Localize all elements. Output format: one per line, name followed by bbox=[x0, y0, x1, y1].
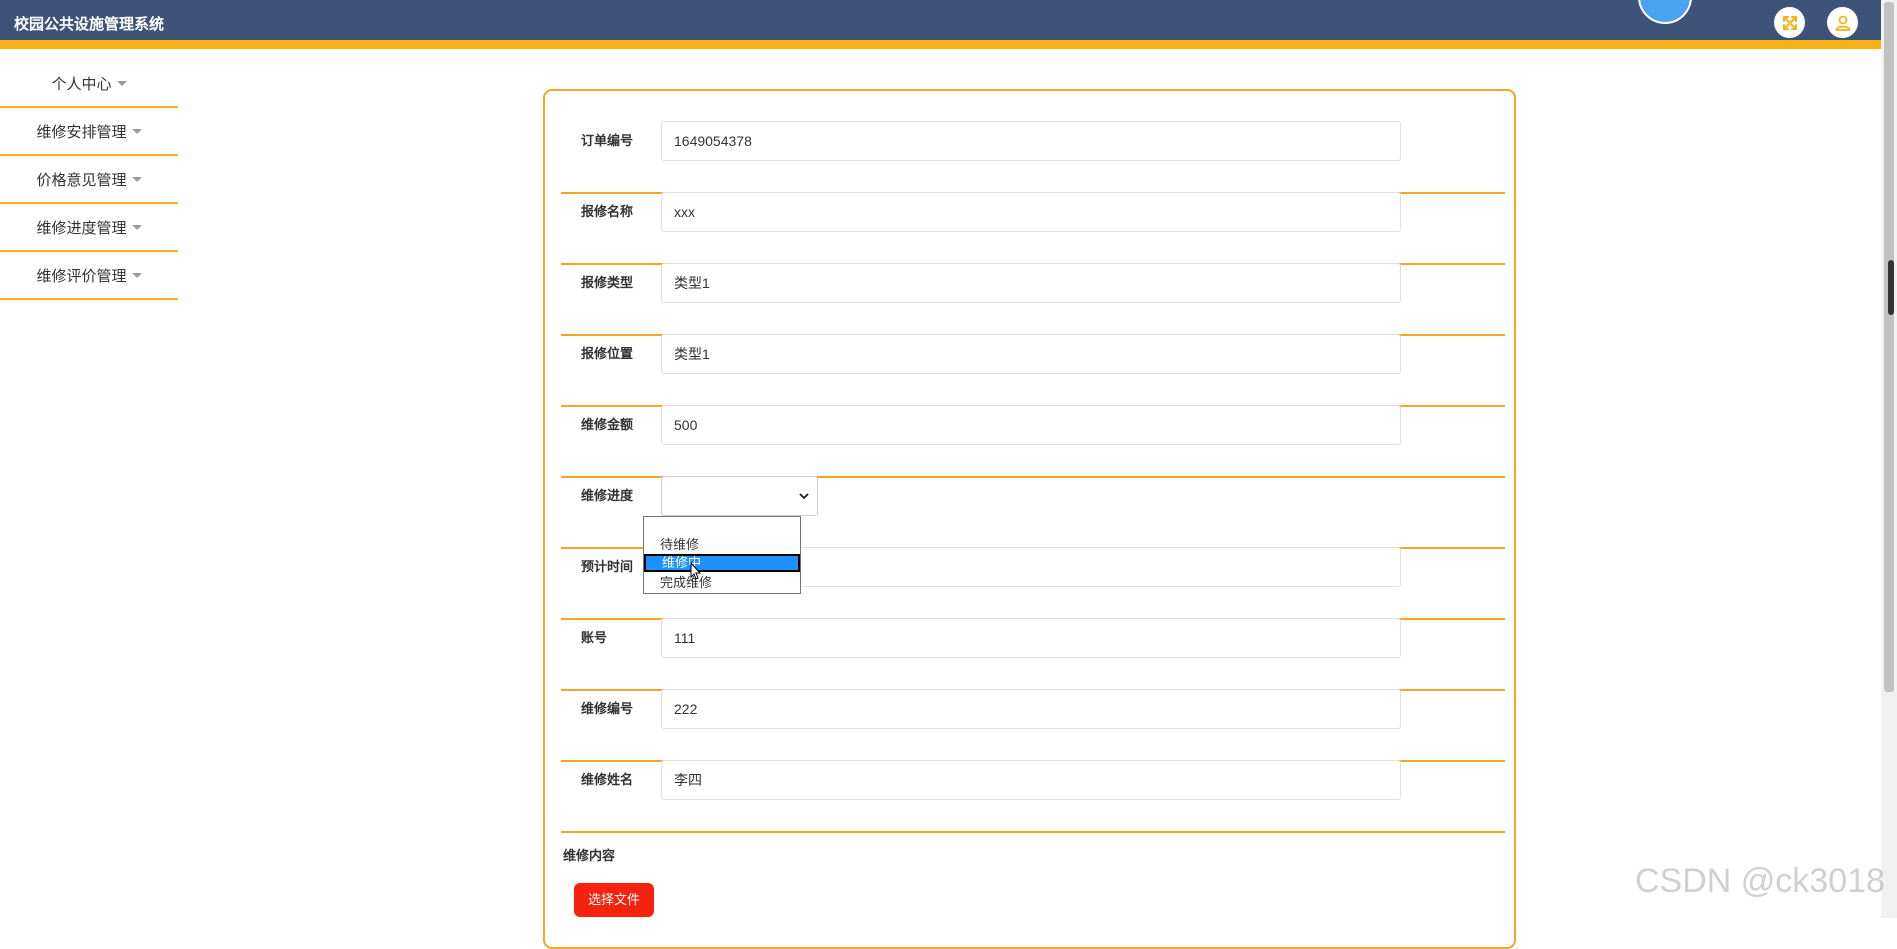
caret-down-icon bbox=[116, 80, 127, 86]
sidebar-item-price-feedback[interactable]: 价格意见管理 bbox=[0, 156, 178, 204]
estimated-time-label: 预计时间 bbox=[581, 559, 634, 574]
form-row-repair-location: 报修位置 类型1 bbox=[561, 334, 1505, 407]
form-row-repair-no: 维修编号 222 bbox=[561, 689, 1505, 762]
form-row-repair-name: 报修名称 xxx bbox=[561, 192, 1505, 265]
sidebar: 个人中心 维修安排管理 价格意见管理 维修进度管理 维修评价管理 bbox=[0, 60, 178, 300]
repair-no-input[interactable]: 222 bbox=[661, 689, 1401, 729]
form-row-repair-type: 报修类型 类型1 bbox=[561, 263, 1505, 336]
repair-amount-label: 维修金额 bbox=[581, 417, 634, 432]
app-title: 校园公共设施管理系统 bbox=[14, 16, 165, 33]
repair-type-input[interactable]: 类型1 bbox=[661, 263, 1401, 303]
sidebar-item-label: 维修评价管理 bbox=[36, 267, 127, 285]
sidebar-item-label: 价格意见管理 bbox=[36, 171, 127, 189]
repair-progress-dropdown[interactable]: 待维修 维修中 完成维修 bbox=[643, 516, 801, 594]
repair-content-label: 维修内容 bbox=[563, 848, 616, 863]
form-row-repair-person: 维修姓名 李四 bbox=[561, 760, 1505, 833]
repair-person-label: 维修姓名 bbox=[581, 772, 634, 787]
form-row-repair-amount: 维修金额 500 bbox=[561, 405, 1505, 478]
repair-no-label: 维修编号 bbox=[581, 701, 634, 716]
repair-person-input[interactable]: 李四 bbox=[661, 760, 1401, 800]
repair-progress-label: 维修进度 bbox=[581, 488, 634, 503]
fullscreen-button[interactable] bbox=[1774, 7, 1805, 38]
repair-location-input[interactable]: 类型1 bbox=[661, 334, 1401, 374]
order-no-input[interactable]: 1649054378 bbox=[661, 121, 1401, 161]
sidebar-item-repair-evaluation[interactable]: 维修评价管理 bbox=[0, 252, 178, 300]
form-row-order-no: 订单编号 1649054378 bbox=[561, 121, 1505, 194]
watermark: CSDN @ck3018 bbox=[1635, 862, 1885, 900]
sidebar-item-repair-schedule[interactable]: 维修安排管理 bbox=[0, 108, 178, 156]
account-label: 账号 bbox=[581, 630, 608, 645]
sidebar-item-repair-progress[interactable]: 维修进度管理 bbox=[0, 204, 178, 252]
dropdown-option-empty[interactable] bbox=[644, 518, 800, 536]
order-no-label: 订单编号 bbox=[581, 133, 634, 148]
repair-name-input[interactable]: xxx bbox=[661, 192, 1401, 232]
dropdown-option-pending[interactable]: 待维修 bbox=[644, 536, 800, 554]
caret-down-icon bbox=[131, 176, 142, 182]
user-button[interactable] bbox=[1827, 7, 1858, 38]
account-input[interactable]: 111 bbox=[661, 618, 1401, 658]
scrollbar[interactable] bbox=[1881, 0, 1897, 918]
choose-file-button[interactable]: 选择文件 bbox=[574, 883, 654, 917]
sidebar-item-personal-center[interactable]: 个人中心 bbox=[0, 60, 178, 108]
scrollbar-thumb[interactable] bbox=[1884, 2, 1894, 692]
repair-amount-input[interactable]: 500 bbox=[661, 405, 1401, 445]
caret-down-icon bbox=[131, 272, 142, 278]
sidebar-item-label: 维修进度管理 bbox=[36, 219, 127, 237]
user-icon bbox=[1835, 15, 1850, 31]
scroll-indicator bbox=[1888, 260, 1894, 315]
expand-icon bbox=[1782, 15, 1797, 30]
repair-location-label: 报修位置 bbox=[581, 346, 634, 361]
dropdown-option-in-progress[interactable]: 维修中 bbox=[644, 554, 800, 572]
caret-down-icon bbox=[131, 128, 142, 134]
avatar[interactable] bbox=[1638, 0, 1692, 24]
sidebar-item-label: 维修安排管理 bbox=[36, 123, 127, 141]
mouse-cursor-icon bbox=[690, 562, 702, 580]
repair-progress-select[interactable] bbox=[661, 476, 818, 516]
repair-type-label: 报修类型 bbox=[581, 275, 634, 290]
sidebar-item-label: 个人中心 bbox=[51, 75, 112, 93]
caret-down-icon bbox=[131, 224, 142, 230]
repair-name-label: 报修名称 bbox=[581, 204, 634, 219]
form-row-account: 账号 111 bbox=[561, 618, 1505, 691]
dropdown-option-completed[interactable]: 完成维修 bbox=[644, 574, 800, 592]
chevron-down-icon bbox=[799, 493, 809, 500]
top-bar: 校园公共设施管理系统 bbox=[0, 0, 1881, 49]
